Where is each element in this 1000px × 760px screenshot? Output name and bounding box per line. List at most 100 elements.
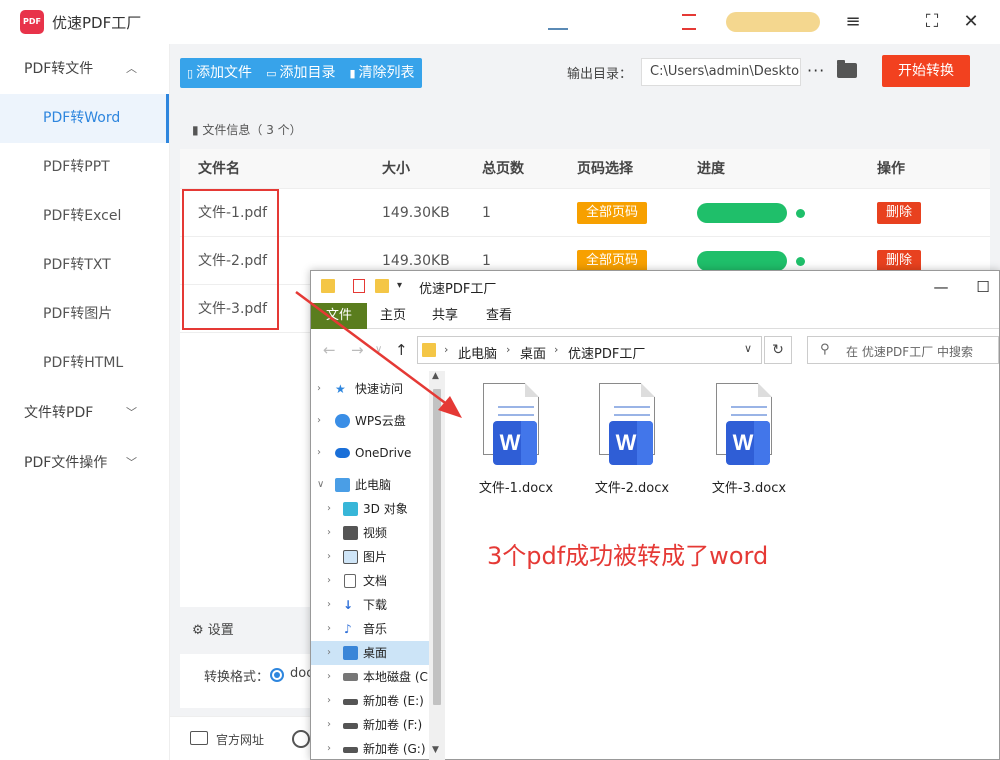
drive-icon xyxy=(343,723,358,729)
chevron-down-icon[interactable]: ▾ xyxy=(397,280,402,291)
column-header: 文件名 xyxy=(198,161,240,177)
minimize-icon[interactable]: — xyxy=(929,275,953,299)
maximize-icon[interactable]: ☐ xyxy=(971,275,995,299)
forward-icon[interactable]: → xyxy=(351,341,364,359)
chevron-down-icon[interactable]: ∨ xyxy=(744,342,752,355)
tree-item-pictures[interactable]: › 图片 xyxy=(311,545,429,569)
properties-icon[interactable] xyxy=(353,279,365,293)
chevron-right-icon: › xyxy=(327,695,331,706)
file-item[interactable]: W 文件-1.docx xyxy=(471,383,561,496)
up-icon[interactable]: ↑ xyxy=(395,341,408,359)
tab-view[interactable]: 查看 xyxy=(477,303,521,329)
scroll-down-icon[interactable]: ▼ xyxy=(432,745,439,755)
breadcrumb-folder[interactable]: 优速PDF工厂 xyxy=(568,343,645,362)
tree-item-onedrive[interactable]: › OneDrive xyxy=(311,441,429,465)
file-name: 文件-1.docx xyxy=(478,481,554,496)
chevron-right-icon: › xyxy=(327,719,331,730)
titlebar-widget[interactable] xyxy=(682,14,696,30)
progress-bar xyxy=(697,251,787,271)
history-dropdown-icon[interactable]: ∨ xyxy=(375,344,382,355)
sidebar-item-pdf-to-image[interactable]: PDF转图片 xyxy=(0,290,169,339)
tab-file[interactable]: 文件 xyxy=(311,303,367,329)
check-icon xyxy=(796,257,805,266)
refresh-icon[interactable]: ↻ xyxy=(764,336,792,364)
tree-item-documents[interactable]: › 文档 xyxy=(311,569,429,593)
sidebar-item-pdf-to-ppt[interactable]: PDF转PPT xyxy=(0,143,169,192)
clear-list-button[interactable]: ▮ 清除列表 xyxy=(342,58,421,88)
sidebar-item-pdf-to-excel[interactable]: PDF转Excel xyxy=(0,192,169,241)
tree-item-downloads[interactable]: › ↓ 下载 xyxy=(311,593,429,617)
tree-item-quick-access[interactable]: › ★ 快速访问 xyxy=(311,377,429,401)
tree-item-wps-cloud[interactable]: › WPS云盘 xyxy=(311,409,429,433)
file-size: 149.30KB xyxy=(382,205,450,221)
sidebar-group-label: 文件转PDF xyxy=(24,405,94,421)
menu-icon[interactable]: ≡ xyxy=(840,9,866,35)
more-options-button[interactable]: ··· xyxy=(807,61,825,80)
scroll-up-icon[interactable]: ▲ xyxy=(432,371,439,381)
close-icon[interactable]: ✕ xyxy=(958,9,984,35)
sidebar-group-label: PDF转文件 xyxy=(24,61,94,77)
sidebar-item-pdf-to-txt[interactable]: PDF转TXT xyxy=(0,241,169,290)
file-item[interactable]: W 文件-3.docx xyxy=(704,383,794,496)
file-name: 文件-3.docx xyxy=(711,481,787,496)
start-convert-button[interactable]: 开始转换 xyxy=(882,55,970,87)
search-icon: ⚲ xyxy=(820,342,830,357)
search-input[interactable]: ⚲ 在 优速PDF工厂 中搜索 xyxy=(807,336,999,364)
chat-icon[interactable] xyxy=(292,730,310,748)
file-explorer-window: ▾ 优速PDF工厂 — ☐ 文件 主页 共享 查看 ← → ∨ ↑ › 此电脑 … xyxy=(310,270,1000,760)
sidebar-group-pdf-to-file[interactable]: PDF转文件 ︿ xyxy=(0,44,169,94)
sidebar-item-pdf-to-word[interactable]: PDF转Word xyxy=(0,94,169,143)
document-icon xyxy=(344,574,356,588)
tab-home[interactable]: 主页 xyxy=(371,303,415,329)
word-icon: W xyxy=(493,421,537,465)
add-file-button[interactable]: ▯ 添加文件 xyxy=(180,58,259,88)
chevron-down-icon: ∨ xyxy=(317,479,325,490)
breadcrumb-this-pc[interactable]: 此电脑 xyxy=(458,343,497,362)
music-icon: ♪ xyxy=(344,622,352,636)
website-icon[interactable] xyxy=(190,731,208,745)
maximize-icon[interactable]: ⛶ xyxy=(919,9,945,35)
tree-item-videos[interactable]: › 视频 xyxy=(311,521,429,545)
titlebar-widget[interactable] xyxy=(548,14,568,30)
page-select-button[interactable]: 全部页码 xyxy=(577,250,647,272)
open-folder-icon[interactable] xyxy=(837,60,857,78)
sidebar-group-pdf-operations[interactable]: PDF文件操作 ﹀ xyxy=(0,438,169,488)
website-link[interactable]: 官方网址 xyxy=(216,731,264,748)
page-select-button[interactable]: 全部页码 xyxy=(577,202,647,224)
tree-item-desktop[interactable]: › 桌面 xyxy=(311,641,429,665)
back-icon[interactable]: ← xyxy=(323,341,336,359)
file-item[interactable]: W 文件-2.docx xyxy=(587,383,677,496)
tree-item-music[interactable]: › ♪ 音乐 xyxy=(311,617,429,641)
delete-button[interactable]: 删除 xyxy=(877,250,921,272)
sidebar-group-file-to-pdf[interactable]: 文件转PDF ﹀ xyxy=(0,388,169,438)
tree-item-volume-e[interactable]: › 新加卷 (E:) xyxy=(311,689,429,713)
format-radio[interactable] xyxy=(270,668,284,682)
chevron-right-icon: › xyxy=(317,383,321,394)
tree-item-volume-f[interactable]: › 新加卷 (F:) xyxy=(311,713,429,737)
tree-item-volume-g[interactable]: › 新加卷 (G:) xyxy=(311,737,429,760)
progress-bar xyxy=(697,203,787,223)
vip-badge[interactable] xyxy=(726,12,820,32)
table-row[interactable]: 文件-1.pdf 149.30KB 1 全部页码 删除 xyxy=(180,189,990,237)
breadcrumb-desktop[interactable]: 桌面 xyxy=(520,343,546,362)
address-bar[interactable]: › 此电脑 › 桌面 › 优速PDF工厂 ∨ xyxy=(417,336,762,364)
scrollbar-thumb[interactable] xyxy=(433,389,441,705)
output-dir-input[interactable]: C:\Users\admin\Deskto xyxy=(641,58,801,86)
delete-button[interactable]: 删除 xyxy=(877,202,921,224)
tab-share[interactable]: 共享 xyxy=(423,303,467,329)
sidebar-group-label: PDF文件操作 xyxy=(24,455,108,471)
format-label: 转换格式： xyxy=(204,670,270,685)
tree-item-this-pc[interactable]: ∨ 此电脑 xyxy=(311,473,429,497)
file-name: 文件-2.docx xyxy=(594,481,670,496)
output-dir-label: 输出目录： xyxy=(567,67,633,82)
add-directory-button[interactable]: ▭ 添加目录 xyxy=(259,58,342,88)
tree-item-local-disk-c[interactable]: › 本地磁盘 (C xyxy=(311,665,429,689)
sidebar-item-pdf-to-html[interactable]: PDF转HTML xyxy=(0,339,169,388)
download-icon: ↓ xyxy=(343,598,354,612)
cloud-icon xyxy=(335,448,350,458)
tree-item-3d-objects[interactable]: › 3D 对象 xyxy=(311,497,429,521)
new-folder-icon[interactable] xyxy=(375,279,389,293)
trash-icon: ▮ xyxy=(349,67,356,80)
video-icon xyxy=(343,526,358,540)
drive-icon xyxy=(343,699,358,705)
